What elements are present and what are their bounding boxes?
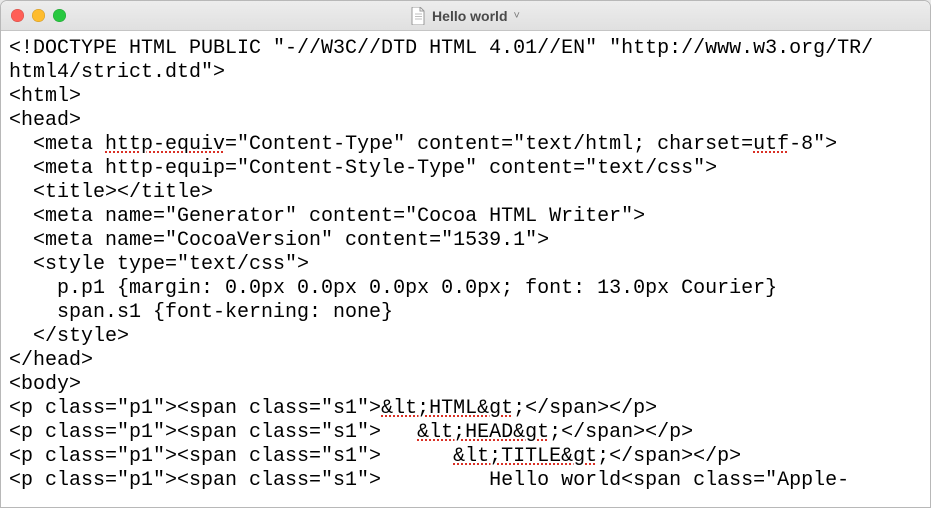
titlebar[interactable]: Hello world ˅ [1, 1, 930, 31]
code-line[interactable]: html4/strict.dtd"> [9, 61, 922, 85]
code-text: <p class="p1"><span class="s1"> Hello wo… [9, 469, 849, 492]
code-line[interactable]: p.p1 {margin: 0.0px 0.0px 0.0px 0.0px; f… [9, 277, 922, 301]
spell-error: http-equiv [105, 133, 225, 156]
code-line[interactable]: <p class="p1"><span class="s1"> &lt;HEAD… [9, 421, 922, 445]
title-group: Hello world ˅ [1, 7, 930, 25]
code-line[interactable]: </style> [9, 325, 922, 349]
code-text: <meta http-equip="Content-Style-Type" co… [9, 157, 717, 180]
code-text: </head> [9, 349, 93, 372]
code-text: </style> [9, 325, 129, 348]
window-title[interactable]: Hello world [432, 8, 507, 24]
title-dropdown-icon[interactable]: ˅ [514, 10, 520, 22]
code-line[interactable]: <meta name="CocoaVersion" content="1539.… [9, 229, 922, 253]
code-text: <p class="p1"><span class="s1"> [9, 445, 453, 468]
minimize-button[interactable] [32, 9, 45, 22]
code-line[interactable]: span.s1 {font-kerning: none} [9, 301, 922, 325]
code-line[interactable]: <style type="text/css"> [9, 253, 922, 277]
code-line[interactable]: <head> [9, 109, 922, 133]
code-line[interactable]: <p class="p1"><span class="s1"> &lt;TITL… [9, 445, 922, 469]
spell-error: &lt;TITLE&gt [453, 445, 597, 468]
code-line[interactable]: <body> [9, 373, 922, 397]
code-text: <!DOCTYPE HTML PUBLIC "-//W3C//DTD HTML … [9, 37, 873, 60]
code-text: span.s1 {font-kerning: none} [9, 301, 393, 324]
code-text: ="Content-Type" content="text/html; char… [225, 133, 753, 156]
spell-error: utf [753, 133, 789, 156]
window: Hello world ˅ <!DOCTYPE HTML PUBLIC "-//… [0, 0, 931, 508]
code-line[interactable]: </head> [9, 349, 922, 373]
code-text: <style type="text/css"> [9, 253, 309, 276]
code-line[interactable]: <p class="p1"><span class="s1">&lt;HTML&… [9, 397, 922, 421]
zoom-button[interactable] [53, 9, 66, 22]
code-line[interactable]: <!DOCTYPE HTML PUBLIC "-//W3C//DTD HTML … [9, 37, 922, 61]
code-text: <p class="p1"><span class="s1"> [9, 397, 381, 420]
code-text: ;</span></p> [549, 421, 693, 444]
code-line[interactable]: <meta http-equip="Content-Style-Type" co… [9, 157, 922, 181]
close-button[interactable] [11, 9, 24, 22]
code-text: p.p1 {margin: 0.0px 0.0px 0.0px 0.0px; f… [9, 277, 777, 300]
spell-error: &lt;HEAD&gt [417, 421, 549, 444]
spell-error: &lt;HTML&gt [381, 397, 513, 420]
code-text: <meta name="Generator" content="Cocoa HT… [9, 205, 645, 228]
code-line[interactable]: <html> [9, 85, 922, 109]
code-text: ;</span></p> [513, 397, 657, 420]
code-text: <meta [9, 133, 105, 156]
code-line[interactable]: <p class="p1"><span class="s1"> Hello wo… [9, 469, 922, 493]
code-text: <head> [9, 109, 81, 132]
code-text: html4/strict.dtd"> [9, 61, 225, 84]
code-area[interactable]: <!DOCTYPE HTML PUBLIC "-//W3C//DTD HTML … [1, 31, 930, 507]
code-text: <p class="p1"><span class="s1"> [9, 421, 417, 444]
code-text: <meta name="CocoaVersion" content="1539.… [9, 229, 549, 252]
traffic-lights [1, 9, 66, 22]
code-text: <html> [9, 85, 81, 108]
code-text: -8"> [789, 133, 837, 156]
code-line[interactable]: <meta http-equiv="Content-Type" content=… [9, 133, 922, 157]
code-line[interactable]: <title></title> [9, 181, 922, 205]
code-text: ;</span></p> [597, 445, 741, 468]
code-text: <body> [9, 373, 81, 396]
code-line[interactable]: <meta name="Generator" content="Cocoa HT… [9, 205, 922, 229]
document-icon [411, 7, 426, 25]
code-text: <title></title> [9, 181, 213, 204]
